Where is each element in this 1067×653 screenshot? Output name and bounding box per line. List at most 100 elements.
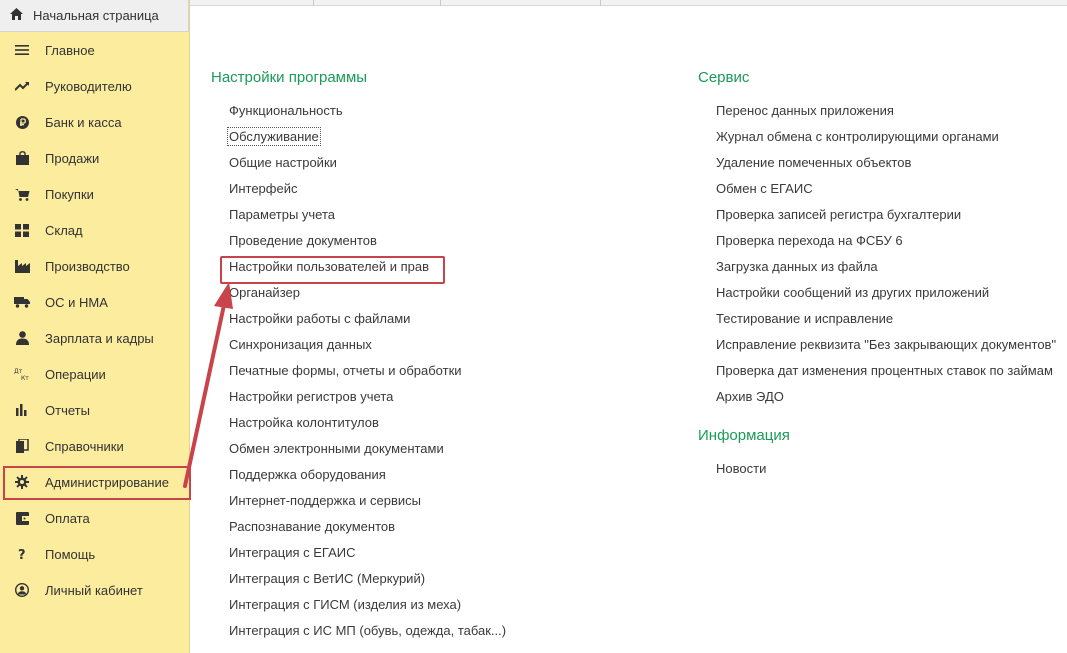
sidebar-item-sales[interactable]: Продажи: [0, 140, 189, 176]
sidebar-item-reports[interactable]: Отчеты: [0, 392, 189, 428]
link-egais-exchange[interactable]: Обмен с ЕГАИС: [716, 176, 1056, 202]
sidebar-item-label: Продажи: [45, 150, 100, 166]
link-vetis-integration[interactable]: Интеграция с ВетИС (Меркурий): [229, 566, 506, 592]
question-icon: ?: [14, 546, 30, 562]
sidebar-item-label: Зарплата и кадры: [45, 330, 154, 346]
service-section: Сервис Перенос данных приложения Журнал …: [698, 66, 1056, 482]
link-organizer[interactable]: Органайзер: [229, 280, 506, 306]
section-title-program-settings: Настройки программы: [211, 69, 368, 86]
tab-separator: [313, 0, 314, 6]
program-settings-section: Настройки программы Функциональность Обс…: [211, 66, 506, 644]
sidebar-item-label: Справочники: [45, 438, 124, 454]
program-settings-links: Функциональность Обслуживание Общие наст…: [211, 98, 506, 644]
sidebar-item-account[interactable]: Личный кабинет: [0, 572, 189, 608]
trend-icon: [14, 78, 30, 94]
link-delete-marked[interactable]: Удаление помеченных объектов: [716, 150, 1056, 176]
link-headers-footers[interactable]: Настройка колонтитулов: [229, 410, 506, 436]
link-maintenance[interactable]: Обслуживание: [227, 124, 506, 150]
link-user-rights-settings[interactable]: Настройки пользователей и прав: [229, 254, 506, 280]
tab-separator: [440, 0, 441, 6]
link-message-settings[interactable]: Настройки сообщений из других приложений: [716, 280, 1056, 306]
sidebar-nav: Главное Руководителю Банк и касса Продаж…: [0, 32, 191, 608]
link-functionality[interactable]: Функциональность: [229, 98, 506, 124]
sidebar-item-main[interactable]: Главное: [0, 32, 189, 68]
books-icon: [14, 438, 30, 454]
sidebar: Начальная страница Главное Руководителю …: [0, 0, 191, 653]
link-edo-archive[interactable]: Архив ЭДО: [716, 384, 1056, 410]
home-tab[interactable]: Начальная страница: [0, 0, 189, 32]
ruble-coin-icon: [14, 114, 30, 130]
link-file-settings[interactable]: Настройки работы с файлами: [229, 306, 506, 332]
sidebar-item-help[interactable]: ? Помощь: [0, 536, 189, 572]
link-document-recognition[interactable]: Распознавание документов: [229, 514, 506, 540]
link-print-forms[interactable]: Печатные формы, отчеты и обработки: [229, 358, 506, 384]
user-circle-icon: [14, 582, 30, 598]
factory-icon: [14, 258, 30, 274]
link-document-posting[interactable]: Проведение документов: [229, 228, 506, 254]
link-register-settings[interactable]: Настройки регистров учета: [229, 384, 506, 410]
sidebar-item-manager[interactable]: Руководителю: [0, 68, 189, 104]
link-check-fsbu6[interactable]: Проверка перехода на ФСБУ 6: [716, 228, 1056, 254]
sidebar-item-label: ОС и НМА: [45, 294, 108, 310]
sidebar-item-warehouse[interactable]: Склад: [0, 212, 189, 248]
menu-lines-icon: [14, 42, 30, 58]
wallet-icon: [14, 510, 30, 526]
cart-icon: [14, 186, 30, 202]
sidebar-item-catalogs[interactable]: Справочники: [0, 428, 189, 464]
info-links: Новости: [698, 456, 1056, 482]
sidebar-item-fixed-assets[interactable]: ОС и НМА: [0, 284, 189, 320]
sidebar-item-label: Производство: [45, 258, 130, 274]
sidebar-item-operations[interactable]: Дт Кт Операции: [0, 356, 189, 392]
link-edi-exchange[interactable]: Обмен электронными документами: [229, 436, 506, 462]
link-data-sync[interactable]: Синхронизация данных: [229, 332, 506, 358]
debit-credit-icon: Дт Кт: [14, 366, 30, 382]
link-check-ledger-records[interactable]: Проверка записей регистра бухгалтерии: [716, 202, 1056, 228]
svg-text:Дт: Дт: [14, 368, 23, 375]
link-gism-integration[interactable]: Интеграция с ГИСМ (изделия из меха): [229, 592, 506, 618]
sidebar-item-label: Личный кабинет: [45, 582, 143, 598]
sidebar-item-label: Склад: [45, 222, 83, 238]
link-news[interactable]: Новости: [716, 456, 1056, 482]
bar-chart-icon: [14, 402, 30, 418]
truck-icon: [14, 294, 30, 310]
shopping-bag-icon: [14, 150, 30, 166]
svg-text:?: ?: [18, 548, 26, 561]
home-tab-label: Начальная страница: [33, 8, 159, 23]
sidebar-item-label: Администрирование: [45, 474, 169, 490]
sidebar-item-label: Покупки: [45, 186, 94, 202]
link-exchange-journal[interactable]: Журнал обмена с контролирующими органами: [716, 124, 1056, 150]
link-ismp-integration[interactable]: Интеграция с ИС МП (обувь, одежда, табак…: [229, 618, 506, 644]
svg-text:Кт: Кт: [21, 375, 29, 381]
sidebar-item-bank[interactable]: Банк и касса: [0, 104, 189, 140]
sidebar-item-administration[interactable]: Администрирование: [0, 464, 191, 500]
link-general-settings[interactable]: Общие настройки: [229, 150, 506, 176]
link-data-transfer[interactable]: Перенос данных приложения: [716, 98, 1056, 124]
sidebar-item-label: Банк и касса: [45, 114, 122, 130]
link-check-rate-dates[interactable]: Проверка дат изменения процентных ставок…: [716, 358, 1056, 384]
link-accounting-parameters[interactable]: Параметры учета: [229, 202, 506, 228]
link-internet-support[interactable]: Интернет-поддержка и сервисы: [229, 488, 506, 514]
sidebar-item-label: Главное: [45, 42, 95, 58]
service-links: Перенос данных приложения Журнал обмена …: [698, 98, 1056, 410]
sidebar-item-purchases[interactable]: Покупки: [0, 176, 189, 212]
link-equipment-support[interactable]: Поддержка оборудования: [229, 462, 506, 488]
gear-icon: [14, 474, 30, 490]
sidebar-item-payment[interactable]: Оплата: [0, 500, 189, 536]
sidebar-item-production[interactable]: Производство: [0, 248, 189, 284]
link-load-from-file[interactable]: Загрузка данных из файла: [716, 254, 1056, 280]
sidebar-item-label: Оплата: [45, 510, 90, 526]
section-title-service: Сервис: [698, 69, 750, 86]
home-icon: [10, 8, 23, 23]
sidebar-item-salary[interactable]: Зарплата и кадры: [0, 320, 189, 356]
person-icon: [14, 330, 30, 346]
warehouse-grid-icon: [14, 222, 30, 238]
link-interface[interactable]: Интерфейс: [229, 176, 506, 202]
section-title-info: Информация: [698, 427, 790, 444]
sidebar-item-label: Помощь: [45, 546, 96, 562]
link-testing-repair[interactable]: Тестирование и исправление: [716, 306, 1056, 332]
link-egais-integration[interactable]: Интеграция с ЕГАИС: [229, 540, 506, 566]
tab-strip: [190, 0, 1067, 6]
tab-separator: [600, 0, 601, 6]
sidebar-item-label: Отчеты: [45, 402, 90, 418]
link-fix-attribute[interactable]: Исправление реквизита "Без закрывающих д…: [716, 332, 1056, 358]
